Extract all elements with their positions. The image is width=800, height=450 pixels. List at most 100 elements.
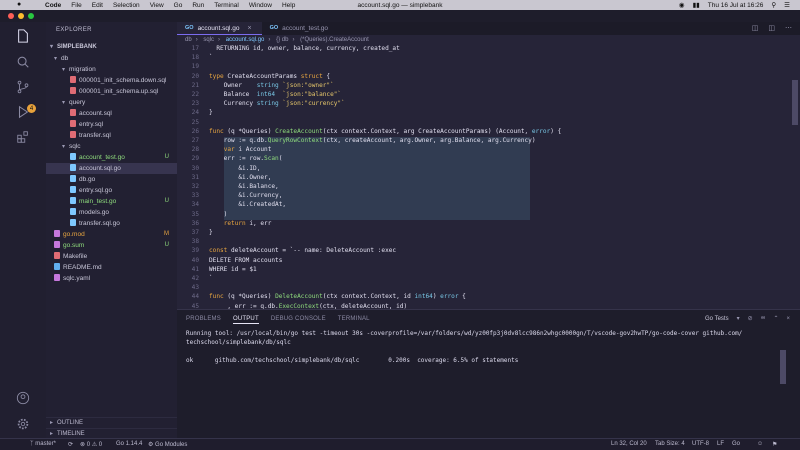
minimize-window-button[interactable]: [18, 13, 24, 19]
battery-icon[interactable]: ▮▮: [693, 1, 700, 9]
tree-label: migration: [69, 66, 96, 73]
code-line: &i.Balance,: [209, 183, 279, 190]
code-line: const deleteAccount = `-- name: DeleteAc…: [209, 247, 397, 255]
menu-go[interactable]: Go: [174, 2, 183, 9]
menu-file[interactable]: File: [71, 2, 81, 9]
settings-gear-icon[interactable]: [13, 414, 33, 434]
extensions-icon[interactable]: [13, 127, 33, 147]
accounts-icon[interactable]: [13, 388, 33, 408]
apple-icon[interactable]: ●: [17, 1, 21, 8]
tab-problems[interactable]: PROBLEMS: [186, 316, 221, 324]
control-center-icon[interactable]: ☰: [784, 1, 790, 9]
tree-file[interactable]: account_test.go U: [46, 152, 177, 163]
tree-file[interactable]: README.md: [46, 262, 177, 273]
editor-scrollbar[interactable]: [773, 45, 800, 309]
encoding[interactable]: UTF-8: [692, 441, 709, 447]
sync-icon[interactable]: ⟳: [68, 441, 73, 448]
breadcrumb-item[interactable]: account.sql.go: [226, 37, 265, 43]
menu-help[interactable]: Help: [282, 2, 295, 9]
breadcrumb-item[interactable]: sqlc: [203, 37, 214, 43]
clear-output-icon[interactable]: ⊘: [748, 315, 753, 322]
chevron-down-icon[interactable]: ▾: [737, 315, 740, 322]
git-branch[interactable]: ᛉ master*: [30, 441, 56, 447]
feedback-icon[interactable]: ☺: [757, 441, 763, 447]
menu-edit[interactable]: Edit: [92, 2, 103, 9]
bottom-panel: PROBLEMS OUTPUT DEBUG CONSOLE TERMINAL G…: [177, 309, 800, 438]
tab-account-test-go[interactable]: GO account_test.go: [262, 22, 338, 35]
lock-scroll-icon[interactable]: ⎂: [761, 315, 766, 322]
outline-section[interactable]: ▸ OUTLINE: [46, 417, 177, 428]
tree-file[interactable]: models.go: [46, 207, 177, 218]
line-number: 44: [191, 293, 199, 301]
close-panel-icon[interactable]: ×: [786, 316, 790, 322]
tree-file[interactable]: db.go: [46, 174, 177, 185]
menu-run[interactable]: Run: [192, 2, 204, 9]
menu-terminal[interactable]: Terminal: [214, 2, 239, 9]
explorer-icon[interactable]: [13, 26, 33, 46]
tab-output[interactable]: OUTPUT: [232, 316, 259, 324]
tree-file[interactable]: account.sql.go: [46, 163, 177, 174]
breadcrumb-item[interactable]: {} db: [276, 37, 288, 43]
menu-code[interactable]: Code: [45, 2, 61, 9]
search-icon[interactable]: [13, 52, 33, 72]
tree-file[interactable]: go.sum U: [46, 240, 177, 251]
menu-view[interactable]: View: [150, 2, 164, 9]
maximize-panel-icon[interactable]: ⌃: [773, 315, 778, 322]
tree-folder[interactable]: ▾ migration: [46, 64, 177, 75]
source-control-icon[interactable]: [13, 77, 33, 97]
split-editor-icon[interactable]: ◫: [752, 24, 759, 32]
tree-file[interactable]: account.sql: [46, 108, 177, 119]
zoom-window-button[interactable]: [28, 13, 34, 19]
tab-size[interactable]: Tab Size: 4: [655, 441, 685, 447]
breadcrumb-item[interactable]: (*Queries).CreateAccount: [300, 37, 369, 43]
file-icon: [70, 131, 76, 138]
notifications-icon[interactable]: ⚑: [772, 441, 777, 448]
tree-folder[interactable]: ▾ query: [46, 97, 177, 108]
tab-debug-console[interactable]: DEBUG CONSOLE: [271, 316, 326, 324]
problems-indicator[interactable]: ⊗ 0 ⚠ 0: [80, 441, 102, 448]
more-actions-icon[interactable]: ⋯: [785, 24, 792, 32]
breadcrumb-item[interactable]: db: [185, 37, 192, 43]
project-root[interactable]: ▾ SIMPLEBANK: [46, 42, 177, 53]
output-scrollbar-thumb[interactable]: [780, 350, 786, 384]
code-line: WHERE id = $1: [209, 265, 257, 273]
go-modules[interactable]: ⚙ Go Modules: [148, 441, 187, 448]
tree-file[interactable]: entry.sql: [46, 119, 177, 130]
tree-file[interactable]: transfer.sql: [46, 130, 177, 141]
tree-file[interactable]: Makefile: [46, 251, 177, 262]
tree-folder[interactable]: ▾ db: [46, 53, 177, 64]
error-count: 0: [86, 442, 91, 448]
tree-file[interactable]: 000001_init_schema.up.sql: [46, 86, 177, 97]
line-number: 26: [191, 127, 199, 135]
go-version[interactable]: Go 1.14.4: [116, 441, 142, 447]
cursor-position[interactable]: Ln 32, Col 20: [611, 441, 647, 447]
go-modules-label: Go Modules: [155, 442, 188, 448]
open-changes-icon[interactable]: ◫: [768, 24, 775, 32]
code-editor[interactable]: 17 RETURNING id, owner, balance, currenc…: [177, 45, 773, 309]
tab-account-sql-go[interactable]: GO account.sql.go ×: [177, 22, 262, 35]
wifi-icon[interactable]: ◉: [679, 1, 685, 9]
menu-window[interactable]: Window: [249, 2, 272, 9]
tree-folder[interactable]: ▾ sqlc: [46, 141, 177, 152]
line-number: 33: [191, 192, 199, 200]
tab-terminal[interactable]: TERMINAL: [338, 316, 370, 324]
tree-file[interactable]: sqlc.yaml: [46, 273, 177, 284]
menu-selection[interactable]: Selection: [113, 2, 140, 9]
tree-file[interactable]: go.mod M: [46, 229, 177, 240]
language-mode[interactable]: Go: [732, 441, 740, 447]
close-tab-icon[interactable]: ×: [247, 22, 251, 35]
tree-file[interactable]: 000001_init_schema.down.sql: [46, 75, 177, 86]
close-window-button[interactable]: [8, 13, 14, 19]
run-debug-icon[interactable]: [13, 102, 33, 122]
tree-label: sqlc.yaml: [63, 275, 91, 282]
output-channel-select[interactable]: Go Tests: [705, 316, 729, 322]
search-icon[interactable]: ⚲: [771, 1, 776, 9]
end-of-line[interactable]: LF: [717, 441, 724, 447]
tree-file[interactable]: transfer.sql.go: [46, 218, 177, 229]
chevron-right-icon: ›: [292, 37, 295, 43]
clock[interactable]: Thu 16 Jul at 16:26: [708, 2, 764, 9]
macos-menubar: ● Code File Edit Selection View Go Run T…: [0, 0, 800, 10]
tree-file[interactable]: main_test.go U: [46, 196, 177, 207]
tree-file[interactable]: entry.sql.go: [46, 185, 177, 196]
scrollbar-thumb[interactable]: [792, 80, 798, 125]
